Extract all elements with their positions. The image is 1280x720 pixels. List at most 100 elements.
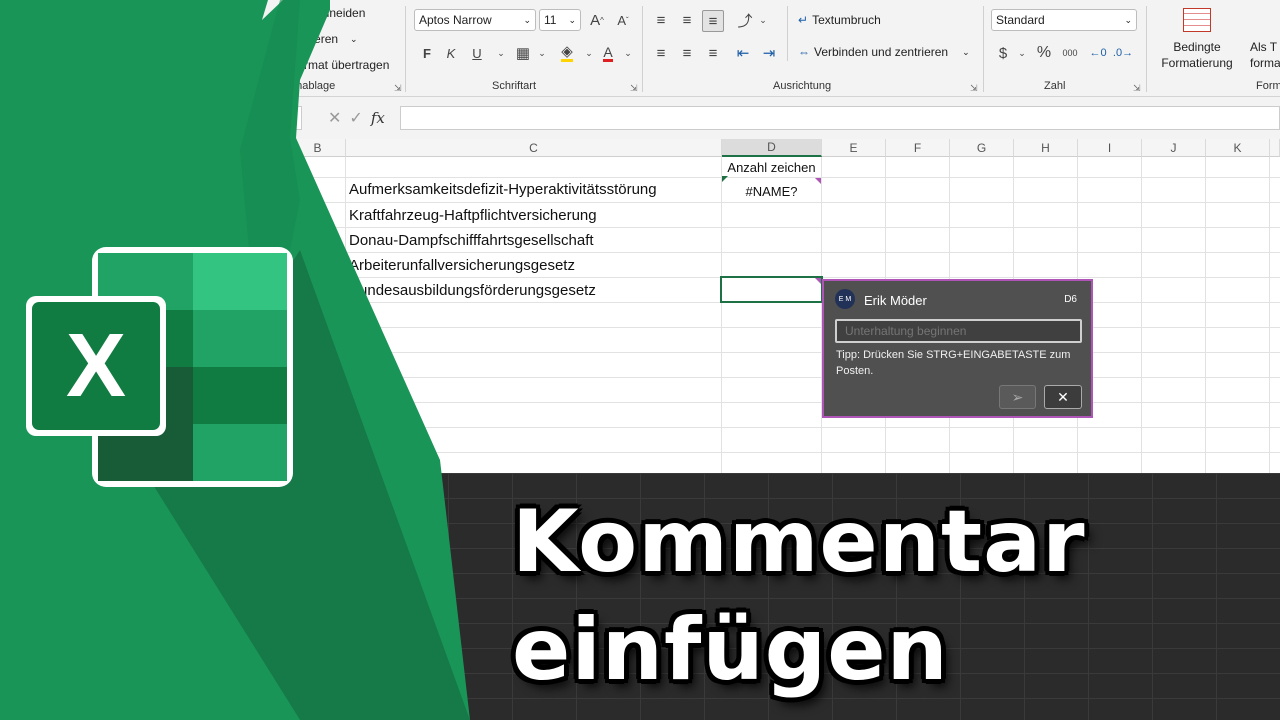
shrink-font-icon[interactable]: Aˇ [612, 9, 634, 31]
italic-label: K [446, 45, 456, 61]
format-painter-label: Format übertragen [290, 58, 390, 72]
gridline [310, 227, 1280, 228]
chevron-down-icon[interactable]: ⌄ [752, 9, 774, 31]
column-letter: B [313, 140, 322, 155]
align-middle-icon[interactable]: ≡ [676, 9, 698, 31]
group-separator [787, 6, 788, 61]
close-button[interactable]: ✕ [1044, 385, 1082, 409]
column-header-l [1270, 139, 1280, 157]
column-letter: F [913, 140, 922, 155]
align-left-icon[interactable]: ≡ [650, 42, 672, 64]
title-line-2: einfügen [512, 600, 949, 700]
underline-button[interactable]: U [466, 42, 488, 64]
close-icon: ✕ [1057, 388, 1069, 405]
number-format-value: Standard [996, 13, 1045, 27]
column-header-b[interactable]: B [290, 139, 346, 157]
comment-input[interactable] [835, 319, 1082, 343]
dialog-launcher-icon[interactable]: ⇲ [394, 83, 402, 94]
chevron-down-icon[interactable]: ⌄ [1011, 42, 1033, 64]
gridline [310, 402, 1280, 403]
column-header-k[interactable]: K [1206, 139, 1270, 157]
grow-font-icon[interactable]: A ^ [586, 9, 608, 31]
wrap-text-button[interactable]: ↵ Textumbruch [798, 13, 881, 27]
conditional-formatting-icon[interactable] [1183, 8, 1211, 32]
column-header-g[interactable]: G [950, 139, 1014, 157]
cell-d1[interactable]: Anzahl zeichen [722, 160, 821, 175]
column-letter: E [849, 140, 858, 155]
copy-button[interactable]: Kopieren ⌄ [290, 32, 358, 46]
cell-c3[interactable]: Kraftfahrzeug-Haftpflichtversicherung [349, 207, 597, 224]
chevron-down-icon: ⌄ [350, 33, 358, 44]
align-right-icon[interactable]: ≡ [702, 42, 724, 64]
cell-c4[interactable]: Donau-Dampfschifffahrtsgesellschaft [349, 232, 594, 249]
align-top-icon[interactable]: ≡ [650, 9, 672, 31]
send-icon: ➢ [1011, 388, 1024, 405]
fill-color-icon[interactable]: ◈ [556, 42, 578, 64]
font-name-value: Aptos Narrow [419, 13, 492, 27]
cell-c5[interactable]: Arbeiterunfallversicherungsgesetz [349, 257, 575, 274]
number-group-label: Zahl [1044, 80, 1066, 92]
currency-label: $ [998, 44, 1008, 62]
bold-button[interactable]: F [416, 42, 438, 64]
chevron-down-icon[interactable]: ⌄ [531, 42, 553, 64]
font-size-value: 11 [544, 13, 557, 27]
gridline [310, 252, 1280, 253]
chevron-down-icon: ⌄ [1124, 14, 1132, 25]
conditional-formatting-button[interactable]: Bedingte Formatierung [1152, 39, 1242, 71]
cell-c6[interactable]: Bundesausbildungsförderungsgesetz [349, 282, 596, 299]
column-header-j[interactable]: J [1142, 139, 1206, 157]
thousands-button[interactable]: 000 [1059, 42, 1081, 64]
formula-input[interactable] [400, 106, 1280, 130]
gridline [1205, 157, 1206, 473]
column-header-c[interactable]: C [346, 139, 722, 157]
function-icon[interactable]: fx [371, 109, 385, 127]
chevron-down-icon[interactable]: ⌄ [490, 42, 512, 64]
merge-center-button[interactable]: ⇔ Verbinden und zentrieren ⌄ [798, 45, 970, 59]
chevron-down-icon: ⌄ [962, 46, 970, 57]
selected-cell-d6[interactable] [720, 276, 823, 303]
cell-c2[interactable]: Aufmerksamkeitsdefizit-Hyperaktivitätsst… [349, 181, 657, 198]
underline-label: U [472, 45, 482, 61]
send-button[interactable]: ➢ [999, 385, 1036, 409]
thousands-label: 000 [1062, 48, 1078, 58]
decrease-indent-icon[interactable]: ⇤ [732, 42, 754, 64]
gridline [310, 377, 1280, 378]
decrease-decimal-icon[interactable]: .0→ [1112, 42, 1134, 64]
increase-decimal-icon[interactable]: ←0 [1087, 42, 1109, 64]
column-header-f[interactable]: F [886, 139, 950, 157]
font-name-select[interactable]: Aptos Narrow ⌄ [414, 9, 536, 31]
formula-buttons: ✕ ✓ fx [322, 106, 396, 130]
name-box[interactable] [280, 106, 302, 130]
cell-d2[interactable]: #NAME? [722, 184, 821, 199]
increase-indent-icon[interactable]: ⇥ [758, 42, 780, 64]
dialog-launcher-icon[interactable]: ⇲ [970, 83, 978, 94]
cancel-icon[interactable]: ✕ [328, 108, 341, 128]
format-painter-button[interactable]: Format übertragen [290, 58, 389, 72]
font-size-select[interactable]: 11 ⌄ [539, 9, 581, 31]
number-format-select[interactable]: Standard ⌄ [991, 9, 1137, 31]
percent-button[interactable]: % [1033, 42, 1055, 64]
wrap-text-icon: ↵ [798, 13, 809, 27]
column-letter: G [976, 140, 987, 155]
gridline [721, 157, 722, 473]
italic-button[interactable]: K [440, 42, 462, 64]
column-header-d[interactable]: D [722, 139, 822, 157]
column-header-i[interactable]: I [1078, 139, 1142, 157]
font-group-label: Schriftart [492, 80, 537, 92]
gridline [310, 427, 1280, 428]
check-icon[interactable]: ✓ [349, 108, 362, 128]
cut-button[interactable]: Ausschneiden [290, 6, 365, 20]
font-color-icon[interactable]: A [597, 42, 619, 64]
gridline [1269, 157, 1270, 473]
dialog-launcher-icon[interactable]: ⇲ [630, 83, 638, 94]
alignment-group-label: Ausrichtung [773, 80, 832, 92]
column-header-e[interactable]: E [822, 139, 886, 157]
cell-text: #NAME? [745, 184, 798, 199]
align-center-icon[interactable]: ≡ [676, 42, 698, 64]
chevron-down-icon[interactable]: ⌄ [617, 42, 639, 64]
column-header-h[interactable]: H [1014, 139, 1078, 157]
dialog-launcher-icon[interactable]: ⇲ [1133, 83, 1141, 94]
group-separator [983, 6, 984, 92]
align-bottom-icon[interactable]: ≡ [702, 10, 724, 32]
format-as-table-button[interactable]: Als T formati [1250, 39, 1280, 71]
